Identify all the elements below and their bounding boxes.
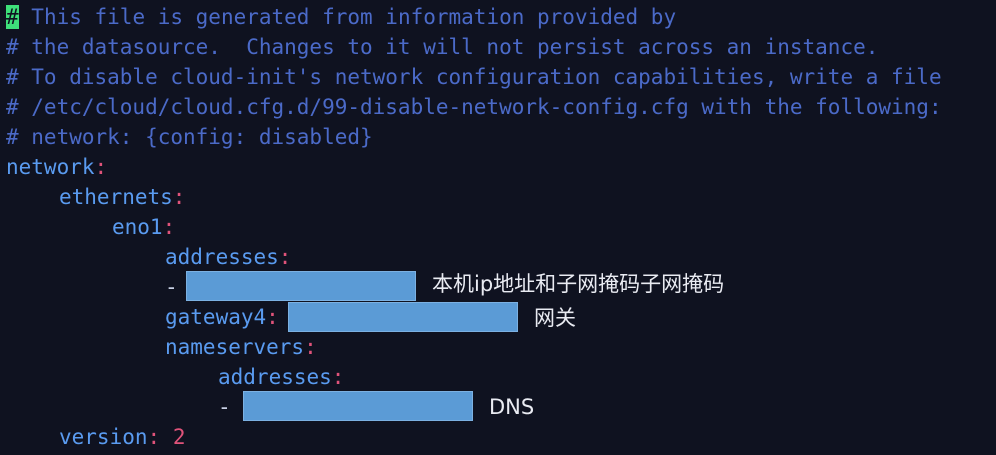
annotation-address-note: 本机ip地址和子网掩码子网掩码 [432, 272, 725, 296]
comment-line-3: # To disable cloud-init's network config… [6, 65, 942, 89]
yaml-version-line: version: 2 [59, 422, 185, 452]
comment-line-1: # This file is generated from informatio… [6, 2, 676, 32]
yaml-colon: : [278, 245, 292, 269]
annotation-gateway-note: 网关 [534, 306, 576, 330]
yaml-colon: : [162, 215, 176, 239]
yaml-key-interface: eno1 [112, 215, 163, 239]
yaml-gateway-line: gateway4: [165, 302, 279, 332]
redacted-gateway [288, 302, 518, 332]
yaml-ns-addresses-line: addresses: [218, 362, 344, 392]
yaml-version-value: 2 [172, 425, 186, 449]
yaml-nameservers-line: nameservers: [165, 332, 317, 362]
yaml-colon: : [147, 425, 161, 449]
yaml-key-nameservers: nameservers [165, 335, 305, 359]
annotation-dns-note: DNS [489, 395, 535, 419]
yaml-network-line: network: [6, 152, 107, 182]
comment-line-2: # the datasource. Changes to it will not… [6, 35, 879, 59]
yaml-colon: : [304, 335, 317, 359]
yaml-ethernets-line: ethernets: [59, 182, 185, 212]
yaml-colon: : [94, 155, 108, 179]
yaml-address-dash: - [165, 275, 178, 299]
redacted-dns [243, 391, 473, 421]
yaml-colon: : [172, 185, 186, 209]
yaml-key-network: network [6, 155, 95, 179]
comment-line-1-text: This file is generated from information … [18, 5, 677, 29]
yaml-key-addresses: addresses [165, 245, 279, 269]
comment-line-5: # network: {config: disabled} [6, 125, 373, 149]
yaml-key-gateway: gateway4 [165, 305, 267, 329]
redacted-ip-address [186, 271, 416, 301]
yaml-key-version: version [59, 425, 148, 449]
yaml-colon: : [266, 305, 279, 329]
yaml-interface-line: eno1: [112, 212, 175, 242]
comment-line-4: # /etc/cloud/cloud.cfg.d/99-disable-netw… [6, 95, 942, 119]
text-cursor: # [6, 5, 19, 29]
yaml-key-ethernets: ethernets [59, 185, 173, 209]
yaml-colon: : [331, 365, 345, 389]
yaml-dns-dash: - [218, 395, 231, 419]
yaml-addresses-line: addresses: [165, 242, 291, 272]
yaml-key-ns-addresses: addresses [218, 365, 332, 389]
